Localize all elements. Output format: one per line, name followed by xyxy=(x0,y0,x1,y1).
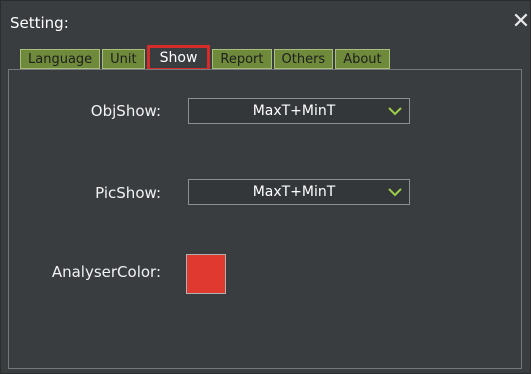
tab-others[interactable]: Others xyxy=(273,49,334,69)
objshow-select[interactable]: MaxT+MinT xyxy=(188,98,410,124)
picshow-label: PicShow: xyxy=(95,184,161,202)
tab-language[interactable]: Language xyxy=(20,49,101,69)
analyser-color-swatch[interactable] xyxy=(186,254,226,294)
settings-window: Setting: ✕ Language Unit Show Report Oth… xyxy=(0,0,531,374)
objshow-label: ObjShow: xyxy=(90,102,161,120)
tab-bar: Language Unit Show Report Others About xyxy=(20,45,392,71)
tab-report[interactable]: Report xyxy=(212,49,272,69)
window-title: Setting: xyxy=(10,14,69,32)
picshow-value: MaxT+MinT xyxy=(252,184,336,200)
analysercolor-label: AnalyserColor: xyxy=(51,263,161,281)
close-icon[interactable]: ✕ xyxy=(510,11,531,33)
tab-unit[interactable]: Unit xyxy=(102,49,145,69)
chevron-down-icon[interactable] xyxy=(381,180,409,204)
tab-show[interactable]: Show xyxy=(146,45,211,71)
chevron-down-icon[interactable] xyxy=(381,99,409,123)
objshow-value: MaxT+MinT xyxy=(252,103,336,119)
picshow-select[interactable]: MaxT+MinT xyxy=(188,179,410,205)
show-settings-panel: ObjShow: MaxT+MinT PicShow: MaxT+MinT An… xyxy=(8,69,522,369)
tab-about[interactable]: About xyxy=(335,49,390,69)
